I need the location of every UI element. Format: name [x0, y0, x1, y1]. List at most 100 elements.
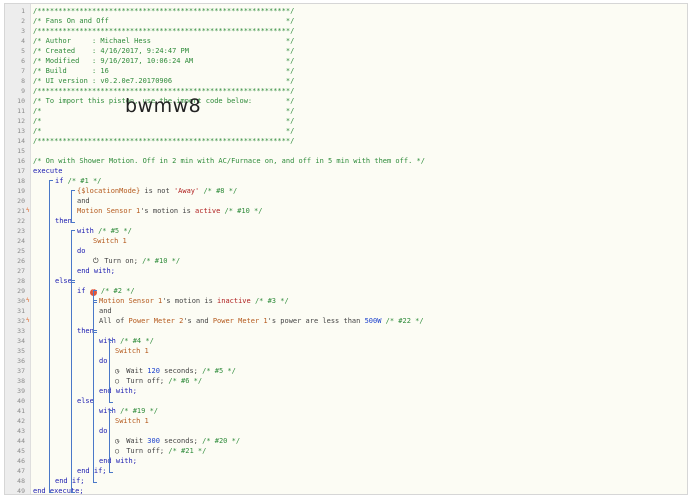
code-line[interactable]: 7 /* Build : 16 */ — [5, 66, 687, 76]
code-line[interactable]: 8 /* UI version : v0.2.0e7.20170906 */ — [5, 76, 687, 86]
line-number: 46 — [17, 457, 25, 465]
code-token: end with; — [77, 267, 115, 275]
code-line[interactable]: 10/* To import this piston, use the impo… — [5, 96, 687, 106]
code-line[interactable]: 16 /* On with Shower Motion. Off in 2 min… — [5, 156, 687, 166]
code-text: end with; — [77, 266, 115, 276]
code-token: /* #4 */ — [120, 337, 154, 345]
code-line[interactable]: 34 with /* #4 */ — [5, 336, 687, 346]
code-line[interactable]: 17 execute — [5, 166, 687, 176]
code-text: end if; — [55, 476, 85, 486]
line-number: 26 — [17, 257, 25, 265]
code-line[interactable]: 19 {$locationMode} is not 'Away' /* #8 */ — [5, 186, 687, 196]
code-line[interactable]: 49 end execute; — [5, 486, 687, 496]
clock-icon: ◷ — [115, 367, 124, 375]
code-text: ○ Turn off; /* #6 */ — [115, 376, 202, 386]
code-text: Motion Sensor 1's motion is inactive /* … — [99, 296, 289, 306]
code-line[interactable]: 48 end if; — [5, 476, 687, 486]
code-line[interactable]: 47 end if; — [5, 466, 687, 476]
code-line[interactable]: 33 then — [5, 326, 687, 336]
code-line[interactable]: 22 then — [5, 216, 687, 226]
circle-icon: ○ — [115, 447, 124, 455]
code-line[interactable]: 44 ◷ Wait 300 seconds; /* #20 */ — [5, 436, 687, 446]
code-line[interactable]: 29 if ! /* #2 */ — [5, 286, 687, 296]
code-token: /* Created : 4/16/2017, 9:24:47 PM */ — [33, 47, 295, 55]
code-line[interactable]: 23 with /* #5 */ — [5, 226, 687, 236]
code-text: if ! /* #2 */ — [77, 286, 135, 296]
code-line[interactable]: 6 /* Modified : 9/16/2017, 10:06:24 AM */ — [5, 56, 687, 66]
line-number: 2 — [21, 17, 25, 25]
code-line[interactable]: 4 /* Author : Michael Hess */ — [5, 36, 687, 46]
code-line[interactable]: 11 /* */bwmw8 — [5, 97, 687, 116]
code-token: /* #3 */ — [250, 297, 289, 305]
code-line[interactable]: 42 Switch 1 — [5, 416, 687, 426]
line-number: 12 — [17, 117, 25, 125]
code-line[interactable]: 36 do — [5, 356, 687, 366]
code-line[interactable]: 32 ϟ All of Power Meter 2's and Power Mete… — [5, 316, 687, 326]
code-line[interactable]: 37 ◷ Wait 120 seconds; /* #5 */ — [5, 366, 687, 376]
code-line[interactable]: 27 end with; — [5, 266, 687, 276]
code-token: /* #22 */ — [381, 317, 424, 325]
code-line[interactable]: 20 and — [5, 196, 687, 206]
code-token: and — [99, 307, 112, 315]
code-line[interactable]: 1 /**************************************… — [5, 6, 687, 16]
code-line[interactable]: 5 /* Created : 4/16/2017, 9:24:47 PM */ — [5, 46, 687, 56]
block-bracket — [93, 300, 97, 333]
line-number: 38 — [17, 377, 25, 385]
code-line[interactable]: 25 do — [5, 246, 687, 256]
line-number: 39 — [17, 387, 25, 395]
code-text: end with; — [99, 456, 137, 466]
code-line[interactable]: 45 ○ Turn off; /* #21 */ — [5, 446, 687, 456]
line-number: 33 — [17, 327, 25, 335]
code-token: Power Meter 1 — [212, 317, 268, 325]
code-text: Switch 1 — [93, 236, 127, 246]
code-line[interactable]: 9 /**************************************… — [5, 86, 687, 96]
code-token: /* #2 */ — [96, 287, 135, 295]
code-line[interactable]: 38 ○ Turn off; /* #6 */ — [5, 376, 687, 386]
code-token: Power Meter 2 — [128, 317, 184, 325]
code-line[interactable]: 31 and — [5, 306, 687, 316]
circle-icon: ○ — [115, 377, 124, 385]
code-token: inactive — [217, 297, 251, 305]
code-token: if — [77, 287, 90, 295]
code-line[interactable]: 2 /* Fans On and Off */ — [5, 16, 687, 26]
code-text: /* */bwmw8 — [33, 97, 294, 116]
code-token: Switch 1 — [93, 237, 127, 245]
line-number: 11 — [17, 107, 25, 115]
code-line[interactable]: 3 /**************************************… — [5, 26, 687, 36]
code-text: /* */ — [33, 126, 294, 136]
code-text: if /* #1 */ — [55, 176, 101, 186]
code-line[interactable]: 41 with /* #19 */ — [5, 406, 687, 416]
power-icon: ⏻ — [93, 257, 103, 265]
code-line[interactable]: 26 ⏻ Turn on; /* #10 */ — [5, 256, 687, 266]
code-line[interactable]: 14 /*************************************… — [5, 136, 687, 146]
code-token: /* #6 */ — [168, 377, 203, 385]
code-line[interactable]: 30 ϟ Motion Sensor 1's motion is inactive … — [5, 296, 687, 306]
code-line[interactable]: 28 else — [5, 276, 687, 286]
code-token: /* #5 */ — [98, 227, 132, 235]
code-line[interactable]: 46 end with; — [5, 456, 687, 466]
code-line[interactable]: 39 end with; — [5, 386, 687, 396]
code-line[interactable]: 43 do — [5, 426, 687, 436]
code-token: /* UI version : v0.2.0e7.20170906 */ — [33, 77, 295, 85]
code-token: then — [55, 217, 72, 225]
code-text: /* Modified : 9/16/2017, 10:06:24 AM */ — [33, 56, 294, 66]
line-number: 4 — [21, 37, 25, 45]
code-line[interactable]: 35 Switch 1 — [5, 346, 687, 356]
code-token: do — [77, 247, 86, 255]
code-line[interactable]: 40 else — [5, 396, 687, 406]
code-text: /* UI version : v0.2.0e7.20170906 */ — [33, 76, 294, 86]
code-token: /* On with Shower Motion. Off in 2 min w… — [33, 157, 425, 165]
code-text: then — [77, 326, 94, 336]
code-token: Motion Sensor 1 — [77, 207, 141, 215]
code-line[interactable]: 13 /* */ — [5, 126, 687, 136]
code-text: else — [55, 276, 72, 286]
code-text: /* On with Shower Motion. Off in 2 min w… — [33, 156, 425, 166]
code-token: 's and — [183, 317, 213, 325]
code-line[interactable]: 21 ϟ Motion Sensor 1's motion is active /*… — [5, 206, 687, 216]
line-number: 10 — [17, 97, 25, 105]
code-line[interactable]: 12 /* */ — [5, 116, 687, 126]
code-line[interactable]: 18 if /* #1 */ — [5, 176, 687, 186]
code-line[interactable]: 24 Switch 1 — [5, 236, 687, 246]
code-line[interactable]: 15 — [5, 146, 687, 156]
line-number: 25 — [17, 247, 25, 255]
